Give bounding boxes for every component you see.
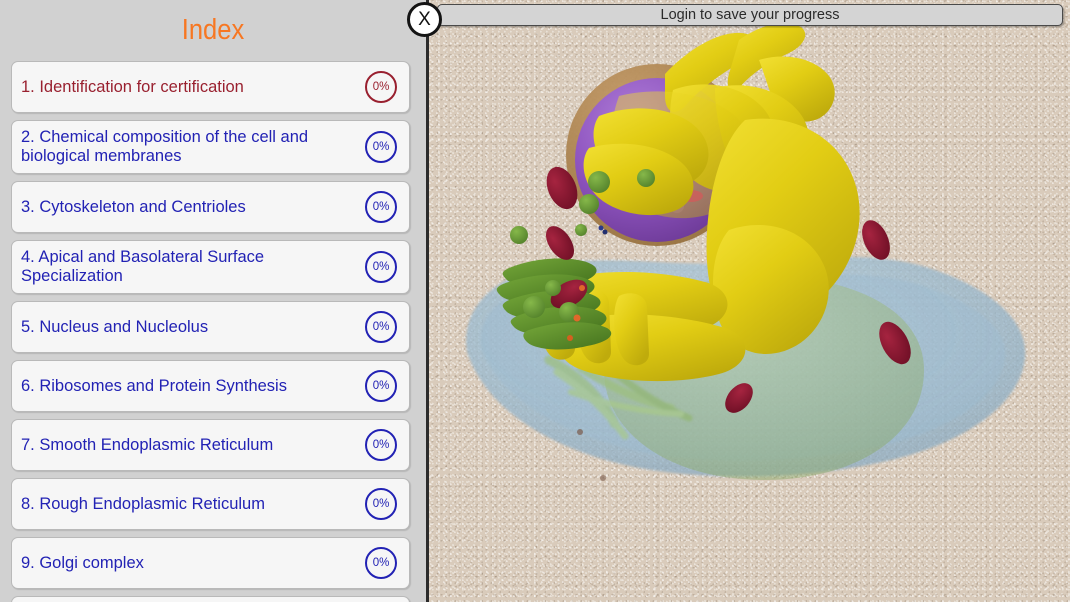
index-item-3[interactable]: 3. Cytoskeleton and Centrioles 0% xyxy=(11,181,410,233)
login-banner[interactable]: Login to save your progress xyxy=(437,4,1063,26)
index-item-6[interactable]: 6. Ribosomes and Protein Synthesis 0% xyxy=(11,360,410,412)
index-item-label: 7. Smooth Endoplasmic Reticulum xyxy=(21,435,274,454)
index-item-8[interactable]: 8. Rough Endoplasmic Reticulum 0% xyxy=(11,478,410,530)
progress-badge: 0% xyxy=(365,547,397,579)
progress-badge: 0% xyxy=(365,71,397,103)
cell-model-svg[interactable] xyxy=(429,0,1070,602)
sidebar: Index 1. Identification for certificatio… xyxy=(0,0,426,602)
progress-badge: 0% xyxy=(365,191,397,223)
close-icon-glyph: X xyxy=(418,8,431,30)
cell-model-viewer[interactable] xyxy=(429,0,1070,602)
index-item-9[interactable]: 9. Golgi complex 0% xyxy=(11,537,410,589)
index-item-label: 5. Nucleus and Nucleolus xyxy=(21,317,209,336)
index-item-label: 8. Rough Endoplasmic Reticulum xyxy=(21,494,265,513)
index-item-label: 1. Identification for certification xyxy=(21,77,244,96)
progress-badge: 0% xyxy=(365,370,397,402)
close-icon[interactable]: X xyxy=(407,2,442,37)
app-root: Index 1. Identification for certificatio… xyxy=(0,0,1070,602)
index-item-label: 2. Chemical composition of the cell and … xyxy=(21,128,309,165)
index-item-1[interactable]: 1. Identification for certification 0% xyxy=(11,61,410,113)
progress-badge: 0% xyxy=(365,131,397,163)
index-item-4[interactable]: 4. Apical and Basolateral Surface Specia… xyxy=(11,240,410,294)
index-item-10[interactable] xyxy=(11,596,410,602)
index-item-label: 9. Golgi complex xyxy=(21,553,144,572)
index-item-label: 3. Cytoskeleton and Centrioles xyxy=(21,197,246,216)
index-item-label: 4. Apical and Basolateral Surface Specia… xyxy=(21,248,265,285)
index-item-label: 6. Ribosomes and Protein Synthesis xyxy=(21,376,287,395)
progress-badge: 0% xyxy=(365,429,397,461)
index-item-5[interactable]: 5. Nucleus and Nucleolus 0% xyxy=(11,301,410,353)
index-item-7[interactable]: 7. Smooth Endoplasmic Reticulum 0% xyxy=(11,419,410,471)
page-title: Index xyxy=(181,14,245,46)
login-banner-label: Login to save your progress xyxy=(660,7,840,23)
progress-badge: 0% xyxy=(365,251,397,283)
progress-badge: 0% xyxy=(365,488,397,520)
index-list[interactable]: 1. Identification for certification 0% 2. … xyxy=(0,61,426,602)
index-item-2[interactable]: 2. Chemical composition of the cell and … xyxy=(11,120,410,174)
progress-badge: 0% xyxy=(365,311,397,343)
sidebar-divider xyxy=(426,0,429,602)
